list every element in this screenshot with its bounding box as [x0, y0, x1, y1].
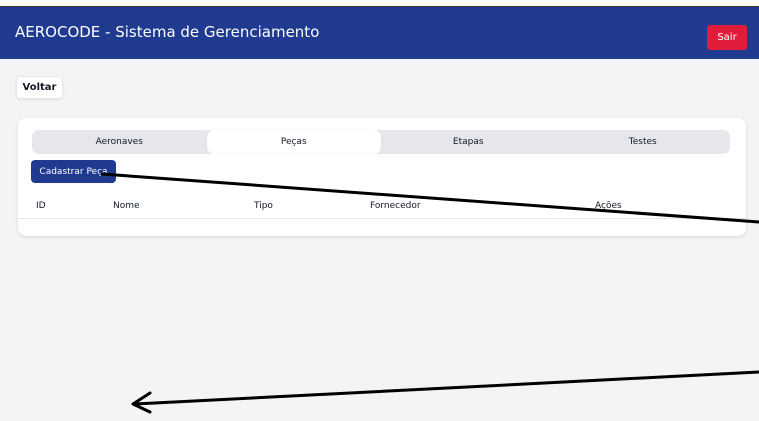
register-part-button[interactable]: Cadastrar Peça [31, 160, 116, 183]
column-header-fornecedor: Fornecedor [370, 201, 421, 211]
tab-testes[interactable]: Testes [556, 130, 731, 154]
arrowhead-icon [131, 391, 152, 414]
column-header-acoes: Ações [595, 201, 622, 211]
tab-aeronaves[interactable]: Aeronaves [32, 130, 207, 154]
back-button[interactable]: Voltar [16, 76, 63, 99]
tab-pecas[interactable]: Peças [206, 130, 381, 154]
window-top-border [0, 0, 759, 7]
app-header: AEROCODE - Sistema de Gerenciamento Sair [0, 7, 759, 59]
column-header-id: ID [36, 201, 46, 211]
tab-bar: Aeronaves Peças Etapas Testes [32, 130, 730, 154]
logout-button[interactable]: Sair [707, 25, 747, 50]
column-header-tipo: Tipo [254, 201, 273, 211]
annotation-line [133, 370, 759, 406]
app-title: AEROCODE - Sistema de Gerenciamento [15, 23, 320, 41]
main-card: Aeronaves Peças Etapas Testes Cadastrar … [18, 118, 746, 236]
table-header: ID Nome Tipo Fornecedor Ações [18, 196, 746, 219]
tab-etapas[interactable]: Etapas [381, 130, 556, 154]
column-header-nome: Nome [113, 201, 140, 211]
